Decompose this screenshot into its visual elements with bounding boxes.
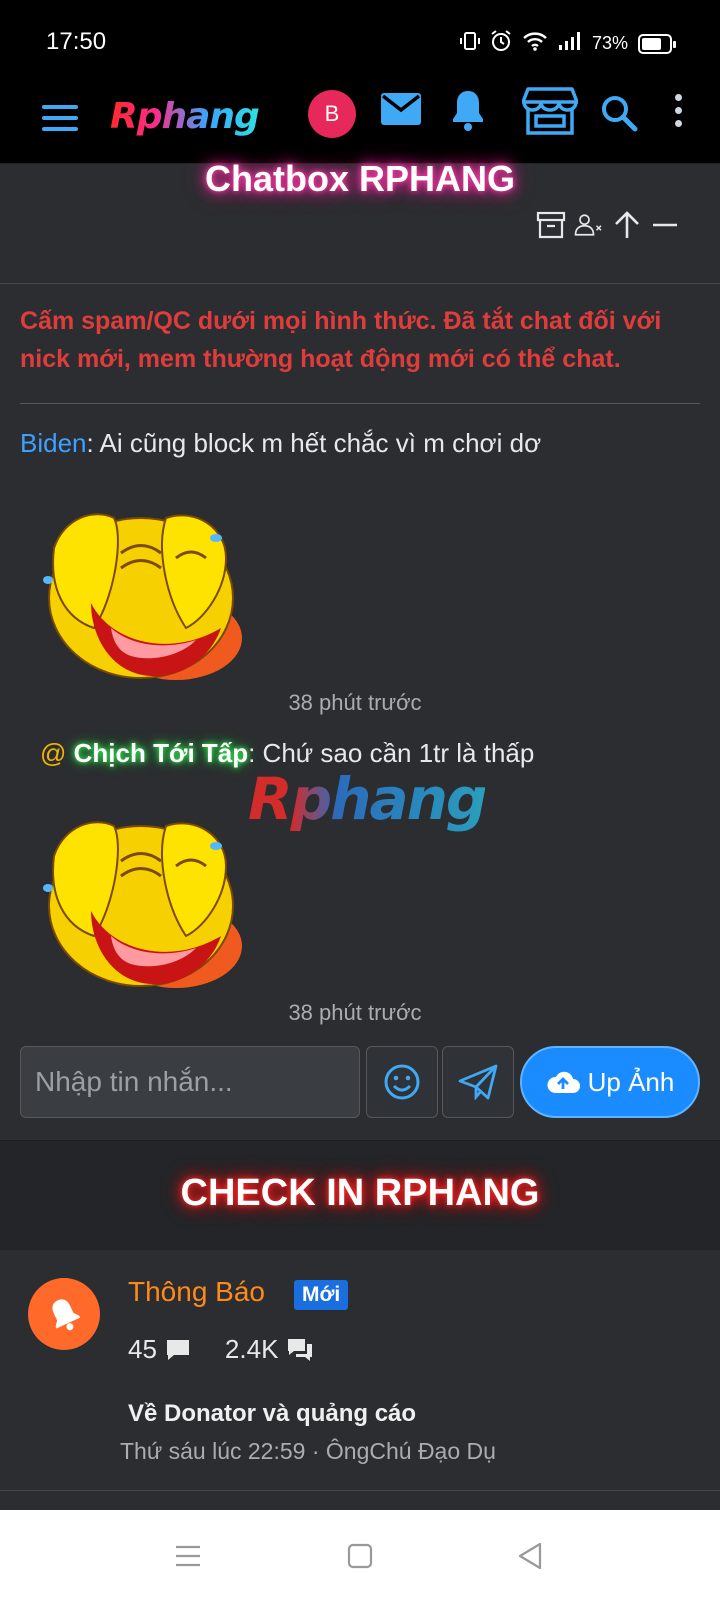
site-logo[interactable]: Rphang xyxy=(110,92,260,140)
latest-thread-title[interactable]: Về Donator và quảng cáo xyxy=(128,1400,416,1428)
node-title[interactable]: Thông Báo xyxy=(128,1276,265,1308)
latest-thread-meta: Thứ sáu lúc 22:59 · ÔngChú Đạo Dụ xyxy=(120,1438,496,1464)
chatbox-tools xyxy=(536,210,680,240)
recents-icon[interactable] xyxy=(172,1540,204,1572)
message-time: 38 phút trước xyxy=(288,690,422,715)
remove-user-icon[interactable] xyxy=(574,210,604,240)
message-time: 38 phút trước xyxy=(288,1000,422,1025)
bell-icon[interactable] xyxy=(450,88,486,132)
wifi-icon xyxy=(522,31,548,56)
comment-icon xyxy=(166,1339,189,1360)
message-username[interactable]: Biden xyxy=(20,428,87,458)
vibrate-icon xyxy=(459,30,480,57)
divider xyxy=(20,403,700,404)
battery-icon xyxy=(638,33,676,54)
comments-icon xyxy=(288,1338,313,1361)
message-text: : Chứ sao cần 1tr là thấp xyxy=(248,738,535,768)
system-nav-bar xyxy=(0,1510,720,1600)
upload-label: Up Ảnh xyxy=(587,1066,675,1097)
signal-icon xyxy=(558,31,582,56)
arrow-up-icon[interactable] xyxy=(612,210,642,240)
search-icon[interactable] xyxy=(600,94,638,132)
battery-percent: 73% xyxy=(591,33,628,53)
divider xyxy=(0,1490,720,1491)
status-bar: 17:50 73% xyxy=(0,0,720,80)
chat-message: Biden: Ai cũng block m hết chắc vì m chơ… xyxy=(20,428,541,459)
cloud-upload-icon xyxy=(547,1071,580,1093)
message-count: 2.4K xyxy=(224,1334,279,1364)
status-time: 17:50 xyxy=(46,28,107,55)
mail-icon[interactable] xyxy=(380,92,422,126)
archive-icon[interactable] xyxy=(536,210,566,240)
message-text: : Ai cũng block m hết chắc vì m chơi dơ xyxy=(86,428,542,458)
message-username[interactable]: Chịch Tới Tấp xyxy=(74,738,248,768)
user-avatar[interactable]: B xyxy=(308,90,356,138)
top-nav: Rphang B xyxy=(0,80,720,164)
upload-image-button[interactable]: Up Ảnh xyxy=(520,1046,700,1118)
checkin-title[interactable]: CHECK IN RPHANG xyxy=(0,1172,720,1215)
mention-at: @ xyxy=(40,738,74,768)
more-icon[interactable] xyxy=(668,94,688,127)
send-button[interactable] xyxy=(442,1046,514,1118)
status-icons: 73% xyxy=(459,30,676,57)
minimize-icon[interactable] xyxy=(650,210,680,240)
watermark-logo: Rphang xyxy=(248,765,487,833)
alarm-icon xyxy=(490,30,512,57)
chatbox-notice: Cấm spam/QC dưới mọi hình thức. Đã tắt c… xyxy=(20,307,662,373)
node-bell-icon[interactable] xyxy=(28,1278,100,1350)
home-icon[interactable] xyxy=(344,1540,376,1572)
new-badge: Mới xyxy=(294,1280,349,1310)
store-icon[interactable] xyxy=(522,86,578,136)
divider xyxy=(0,283,720,284)
message-input[interactable]: Nhập tin nhắn... xyxy=(20,1046,360,1118)
laughing-emoji-sticker xyxy=(43,821,242,988)
menu-icon[interactable] xyxy=(40,98,80,138)
chatbox-title: Chatbox RPHANG xyxy=(204,158,515,199)
back-icon[interactable] xyxy=(514,1540,546,1572)
emoji-button[interactable] xyxy=(366,1046,438,1118)
smiley-icon xyxy=(384,1064,420,1100)
send-icon xyxy=(458,1064,498,1100)
node-stats: 45 2.4K xyxy=(128,1334,314,1365)
thread-count: 45 xyxy=(128,1334,157,1364)
laughing-emoji-sticker xyxy=(43,513,242,680)
